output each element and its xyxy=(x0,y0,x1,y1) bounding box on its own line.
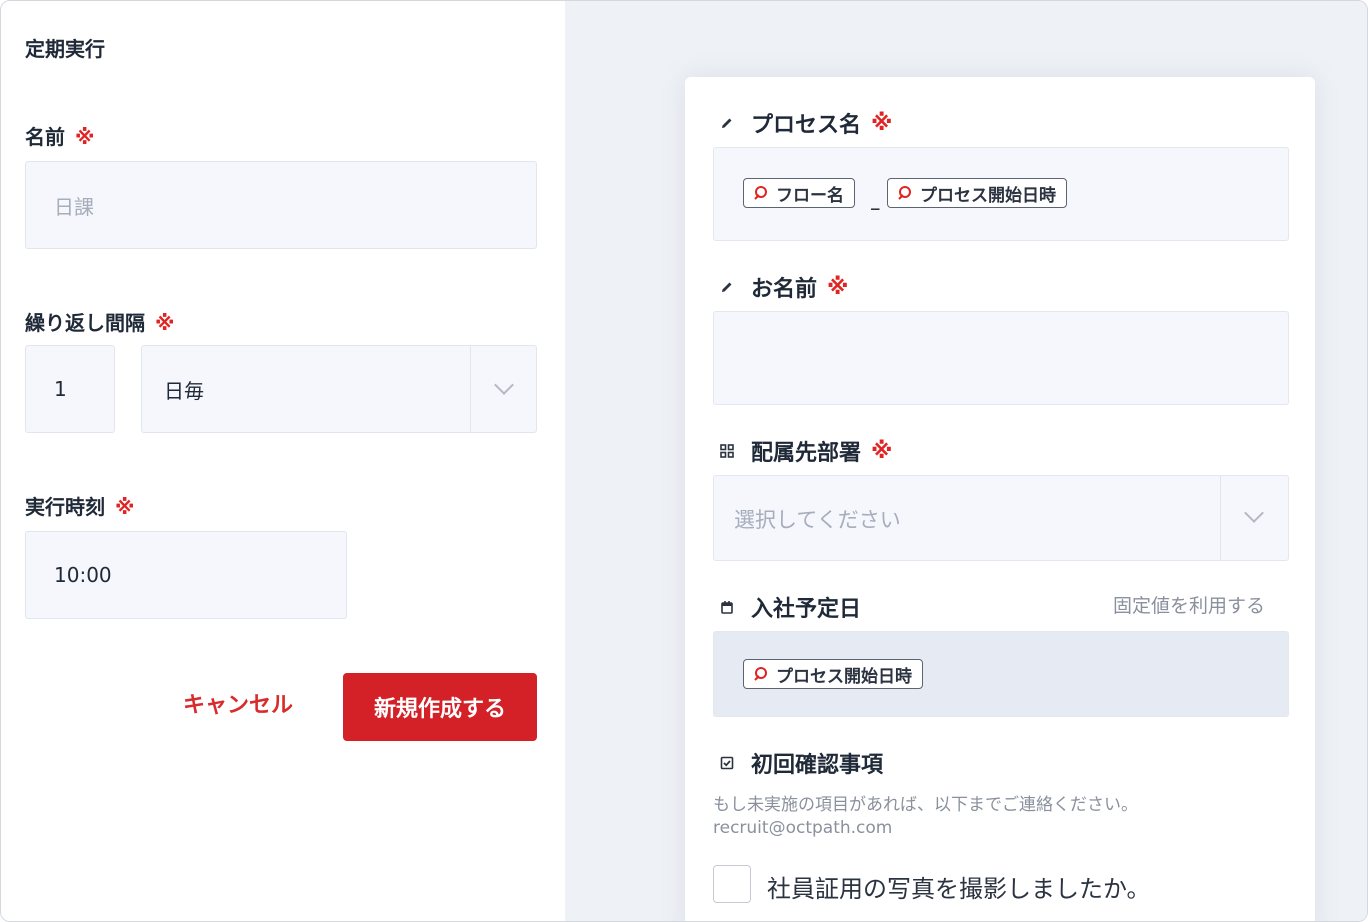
schedule-panel: 定期実行 名前 ※ 日課 繰り返し間隔 ※ 1 日毎 実行時刻 ※ 10:00 キャン… xyxy=(1,1,565,921)
name-label-text: 名前 xyxy=(25,125,65,149)
required-mark: ※ xyxy=(871,438,893,464)
name-input-placeholder: 日課 xyxy=(54,194,94,219)
name-input[interactable]: 日課 xyxy=(25,161,537,249)
variable-tag-process-start[interactable]: プロセス開始日時 xyxy=(743,659,923,689)
department-label-text: 配属先部署 xyxy=(751,441,862,466)
variable-icon xyxy=(752,185,768,201)
checkbox-icon xyxy=(717,753,737,773)
interval-label: 繰り返し間隔 ※ xyxy=(25,307,174,336)
confirm-hint: もし未実施の項目があれば、以下までご連絡ください。 xyxy=(713,795,1138,815)
time-label: 実行時刻 ※ xyxy=(25,491,134,520)
tag-separator: _ xyxy=(871,191,880,211)
confirm-email: recruit@octpath.com xyxy=(713,818,893,838)
chevron-down-icon xyxy=(494,375,514,395)
confirm-label-text: 初回確認事項 xyxy=(751,753,884,778)
tag-label: フロー名 xyxy=(776,185,844,206)
process-name-label-text: プロセス名 xyxy=(751,113,862,138)
pencil-icon xyxy=(717,113,737,133)
required-mark: ※ xyxy=(871,110,893,136)
panel-title: 定期実行 xyxy=(25,37,105,61)
cancel-button[interactable]: キャンセル xyxy=(183,687,293,719)
interval-number-input[interactable]: 1 xyxy=(25,345,115,433)
calendar-icon xyxy=(717,597,737,617)
use-fixed-value-link[interactable]: 固定値を利用する xyxy=(1113,591,1265,618)
department-label: 配属先部署 ※ xyxy=(717,435,892,467)
join-date-label-text: 入社予定日 xyxy=(751,597,862,622)
window-frame: 定期実行 名前 ※ 日課 繰り返し間隔 ※ 1 日毎 実行時刻 ※ 10:00 キャン… xyxy=(0,0,1368,922)
pencil-icon xyxy=(717,277,737,297)
person-name-input[interactable] xyxy=(713,311,1289,405)
name-label: 名前 ※ xyxy=(25,121,94,150)
variable-icon xyxy=(752,666,768,682)
photo-checkbox[interactable] xyxy=(713,865,751,903)
time-input-value: 10:00 xyxy=(54,563,112,587)
tag-label: プロセス開始日時 xyxy=(776,666,912,687)
select-divider xyxy=(470,346,471,432)
variable-tag-process-start[interactable]: プロセス開始日時 xyxy=(887,178,1067,208)
required-mark: ※ xyxy=(827,274,849,300)
time-input[interactable]: 10:00 xyxy=(25,531,347,619)
confirm-label: 初回確認事項 xyxy=(717,747,883,779)
org-chart-icon xyxy=(717,441,737,461)
person-name-label-text: お名前 xyxy=(751,277,818,302)
interval-label-text: 繰り返し間隔 xyxy=(25,311,145,335)
department-select[interactable]: 選択してください xyxy=(713,475,1289,561)
interval-unit-value: 日毎 xyxy=(164,378,204,403)
department-placeholder: 選択してください xyxy=(734,508,901,532)
photo-checkbox-label: 社員証用の写真を撮影しましたか。 xyxy=(767,875,1151,903)
variable-tag-flow-name[interactable]: フロー名 xyxy=(743,178,855,208)
process-name-label: プロセス名 ※ xyxy=(717,107,892,139)
required-mark: ※ xyxy=(75,125,95,149)
time-label-text: 実行時刻 xyxy=(25,495,105,519)
variable-icon xyxy=(896,185,912,201)
chevron-down-icon xyxy=(1244,503,1264,523)
tag-label: プロセス開始日時 xyxy=(920,185,1056,206)
required-mark: ※ xyxy=(155,311,175,335)
create-button[interactable]: 新規作成する xyxy=(343,673,537,741)
interval-number-value: 1 xyxy=(54,377,67,401)
required-mark: ※ xyxy=(115,495,135,519)
person-name-label: お名前 ※ xyxy=(717,271,848,303)
join-date-label: 入社予定日 xyxy=(717,591,861,623)
select-divider xyxy=(1220,476,1221,560)
interval-unit-select[interactable]: 日毎 xyxy=(141,345,537,433)
